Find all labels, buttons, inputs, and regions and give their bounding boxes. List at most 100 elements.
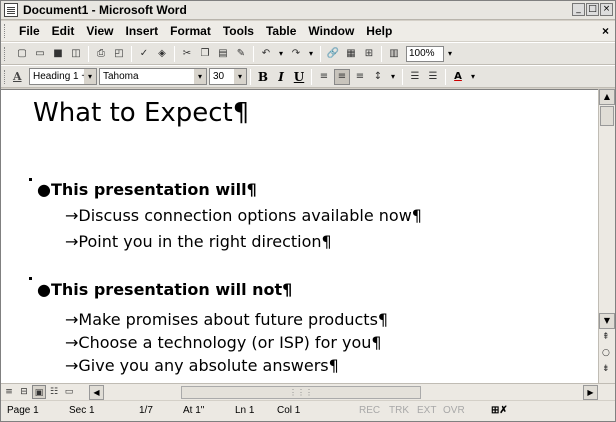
menu-table[interactable]: Table <box>260 24 302 38</box>
sub-bullet-item[interactable]: →Give you any absolute answers¶ <box>65 356 339 375</box>
status-at[interactable]: At 1" <box>183 405 204 416</box>
research-icon[interactable]: ◈ <box>154 46 170 62</box>
status-ext[interactable]: EXT <box>417 405 436 416</box>
sub-bullet-item[interactable]: →Choose a technology (or ISP) for you¶ <box>65 333 382 352</box>
status-line[interactable]: Ln 1 <box>235 405 254 416</box>
menu-view[interactable]: View <box>80 24 119 38</box>
font-color-icon[interactable]: A <box>450 69 466 85</box>
chevron-down-icon[interactable]: ▾ <box>84 69 96 84</box>
title-bar[interactable]: Document1 - Microsoft Word _ □ × <box>1 1 615 20</box>
paste-icon[interactable]: ▤ <box>215 46 231 62</box>
menu-grip[interactable] <box>4 24 7 38</box>
italic-button[interactable]: I <box>272 68 290 86</box>
zoom-box[interactable]: 100% <box>406 45 444 62</box>
outline-view-icon[interactable]: ☷ <box>47 385 61 399</box>
word-document-icon[interactable] <box>4 3 18 17</box>
size-value: 30 <box>213 71 225 82</box>
print-preview-icon[interactable]: ◰ <box>111 46 127 62</box>
redo-dropdown-icon[interactable]: ▾ <box>305 46 317 62</box>
select-browse-object-icon[interactable]: ○ <box>602 348 610 358</box>
line-spacing-icon[interactable]: ↕ <box>370 69 386 85</box>
columns-icon[interactable]: ▥ <box>386 46 402 62</box>
toolbar-grip[interactable] <box>4 69 7 84</box>
font-combo[interactable]: Tahoma ▾ <box>99 68 207 85</box>
menu-tools[interactable]: Tools <box>217 24 260 38</box>
menu-edit[interactable]: Edit <box>46 24 81 38</box>
document-area[interactable]: What to Expect¶ ●This presentation will¶… <box>1 89 598 383</box>
bullet-item-will-not[interactable]: ●This presentation will not¶ <box>37 280 292 299</box>
style-combo[interactable]: Heading 1 + 3C ▾ <box>29 68 97 85</box>
document-heading[interactable]: What to Expect¶ <box>33 98 249 128</box>
vertical-scrollbar[interactable]: ▲ ▼ ⇞ ○ ⇟ <box>598 89 615 383</box>
align-left-icon[interactable]: ≡ <box>316 69 332 85</box>
chevron-down-icon[interactable]: ▾ <box>194 69 206 84</box>
print-icon[interactable]: ⎙ <box>93 46 109 62</box>
maximize-button[interactable]: □ <box>586 3 599 16</box>
status-section[interactable]: Sec 1 <box>69 405 95 416</box>
menu-file[interactable]: File <box>13 24 46 38</box>
close-button[interactable]: × <box>600 3 613 16</box>
save-icon[interactable]: ■ <box>50 46 66 62</box>
copy-icon[interactable]: ❐ <box>197 46 213 62</box>
sub-bullet-item[interactable]: →Discuss connection options available no… <box>65 206 422 225</box>
sub-bullet-item[interactable]: →Point you in the right direction¶ <box>65 232 332 251</box>
underline-button[interactable]: U <box>290 68 308 86</box>
font-value: Tahoma <box>103 71 139 82</box>
spelling-status-icon[interactable]: ⊞✗ <box>491 405 508 416</box>
bold-button[interactable]: B <box>254 68 272 86</box>
print-layout-icon[interactable]: ▣ <box>32 385 46 399</box>
align-right-icon[interactable]: ≡ <box>352 69 368 85</box>
horizontal-scroll-thumb[interactable]: ⋮⋮⋮ <box>181 386 421 399</box>
font-color-dropdown-icon[interactable]: ▾ <box>467 69 479 85</box>
redo-icon[interactable]: ↷ <box>288 46 304 62</box>
scroll-down-icon[interactable]: ▼ <box>599 313 615 329</box>
insert-table-icon[interactable]: ⊞ <box>361 46 377 62</box>
format-painter-icon[interactable]: ✎ <box>233 46 249 62</box>
size-combo[interactable]: 30 ▾ <box>209 68 247 85</box>
numbering-icon[interactable]: ☰ <box>407 69 423 85</box>
paragraph-mark-icon <box>29 178 32 181</box>
zoom-dropdown-icon[interactable]: ▾ <box>444 46 456 62</box>
menu-insert[interactable]: Insert <box>119 24 164 38</box>
tables-borders-icon[interactable]: ▦ <box>343 46 359 62</box>
scroll-up-icon[interactable]: ▲ <box>599 89 615 105</box>
scroll-thumb[interactable] <box>600 106 614 126</box>
reading-layout-icon[interactable]: ▭ <box>62 385 76 399</box>
status-bar: Page 1 Sec 1 1/7 At 1" Ln 1 Col 1 REC TR… <box>1 401 615 421</box>
status-ovr[interactable]: OVR <box>443 405 465 416</box>
next-page-icon[interactable]: ⇟ <box>602 364 610 374</box>
web-layout-icon[interactable]: ⊟ <box>17 385 31 399</box>
permission-icon[interactable]: ◫ <box>68 46 84 62</box>
hyperlink-icon[interactable]: 🔗 <box>325 46 341 62</box>
spelling-icon[interactable]: ✓ <box>136 46 152 62</box>
standard-toolbar: ▢ ▭ ■ ◫ ⎙ ◰ ✓ ◈ ✂ ❐ ▤ ✎ ↶ ▾ ↷ ▾ 🔗 ▦ ⊞ ▥ … <box>1 42 615 65</box>
chevron-down-icon[interactable]: ▾ <box>234 69 246 84</box>
status-column[interactable]: Col 1 <box>277 405 300 416</box>
status-rec[interactable]: REC <box>359 405 380 416</box>
status-trk[interactable]: TRK <box>389 405 409 416</box>
sub-bullet-item[interactable]: →Make promises about future products¶ <box>65 310 388 329</box>
status-page[interactable]: Page 1 <box>7 405 39 416</box>
undo-icon[interactable]: ↶ <box>258 46 274 62</box>
open-icon[interactable]: ▭ <box>32 46 48 62</box>
document-close-button[interactable]: × <box>602 24 609 38</box>
bullet-item-will[interactable]: ●This presentation will¶ <box>37 180 257 199</box>
undo-dropdown-icon[interactable]: ▾ <box>275 46 287 62</box>
status-page-count[interactable]: 1/7 <box>139 405 153 416</box>
minimize-button[interactable]: _ <box>572 3 585 16</box>
normal-view-icon[interactable]: ≡ <box>2 385 16 399</box>
menu-window[interactable]: Window <box>302 24 360 38</box>
previous-page-icon[interactable]: ⇞ <box>602 332 610 342</box>
menu-help[interactable]: Help <box>360 24 398 38</box>
bullets-icon[interactable]: ☰ <box>425 69 441 85</box>
line-spacing-dropdown-icon[interactable]: ▾ <box>387 69 399 85</box>
styles-pane-icon[interactable]: A <box>13 70 27 84</box>
scroll-right-icon[interactable]: ▶ <box>583 385 598 400</box>
menu-format[interactable]: Format <box>164 24 217 38</box>
new-document-icon[interactable]: ▢ <box>14 46 30 62</box>
horizontal-scrollbar[interactable]: ≡ ⊟ ▣ ☷ ▭ ◀ ⋮⋮⋮ ▶ <box>1 383 615 400</box>
scroll-left-icon[interactable]: ◀ <box>89 385 104 400</box>
toolbar-grip[interactable] <box>4 46 7 61</box>
cut-icon[interactable]: ✂ <box>179 46 195 62</box>
align-center-icon[interactable]: ≡ <box>334 68 350 85</box>
